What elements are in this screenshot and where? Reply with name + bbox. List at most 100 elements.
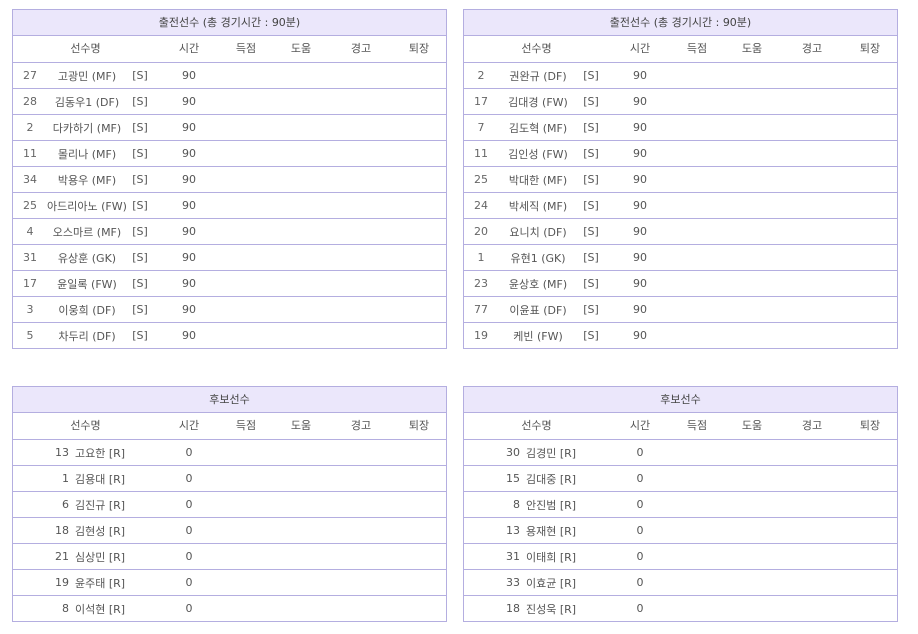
play-time: 90 [182,69,196,82]
player-cell: 11 김인성 (FW) [S] [464,146,609,162]
player-number: 77 [474,303,488,316]
play-time: 0 [636,446,644,459]
table-row: 25 아드리아노 (FW) [S] 90 [13,193,446,219]
col-time: 시간 [178,42,200,55]
player-name: 아드리아노 (FW) [47,199,127,213]
play-time: 0 [185,550,193,563]
player-number: 17 [23,277,37,290]
play-time: 90 [182,173,196,186]
player-status: [S] [132,251,148,264]
player-name: 용재현 [R] [526,524,577,538]
table-row: 34 박용우 (MF) [S] 90 [13,167,446,193]
player-status: [S] [583,303,599,316]
player-number: 17 [474,95,488,108]
player-number: 31 [506,550,520,563]
player-name: 안진범 [R] [526,498,577,512]
play-time: 90 [182,251,196,264]
col-sendoffs: 퇴장 [859,419,881,432]
play-time: 90 [633,173,647,186]
player-number: 1 [477,251,485,264]
player-number: 34 [23,173,37,186]
table-row: 11 김인성 (FW) [S] 90 [464,141,897,167]
play-time: 0 [636,498,644,511]
player-status: [S] [583,121,599,134]
player-number: 27 [23,69,37,82]
player-list: 30 김경민 [R] 0 15 김대중 [R] 0 8 안진범 [R] 0 13 용재현 [R] 0 3… [464,440,897,621]
table-row: 6 김진규 [R] 0 [13,492,446,518]
column-header-row: 선수명 시간 득점 도움 경고 퇴장 [464,36,897,63]
player-name: 김경민 [R] [526,446,577,460]
away-starters-panel: 출전선수 (총 경기시간 : 90분) 선수명 시간 득점 도움 경고 퇴장 2… [463,9,898,349]
col-goals: 득점 [686,419,708,432]
player-cell: 17 윤일록 (FW) [S] [13,276,158,292]
table-row: 13 용재현 [R] 0 [464,518,897,544]
col-warnings: 경고 [801,42,823,55]
table-row: 77 이윤표 (DF) [S] 90 [464,297,897,323]
player-number: 8 [62,602,69,615]
player-number: 2 [26,121,34,134]
table-row: 17 김대경 (FW) [S] 90 [464,89,897,115]
table-row: 17 윤일록 (FW) [S] 90 [13,271,446,297]
player-cell: 2 다카하기 (MF) [S] [13,120,158,136]
col-sendoffs: 퇴장 [408,419,430,432]
player-name: 김인성 (FW) [508,147,568,161]
table-row: 7 김도혁 (MF) [S] 90 [464,115,897,141]
player-cell: 30 김경민 [R] [464,445,609,461]
player-name: 김동우1 (DF) [54,95,120,109]
player-name: 이윤표 (DF) [509,303,567,317]
player-status: [S] [583,199,599,212]
player-name: 이웅희 (DF) [58,303,116,317]
play-time: 0 [185,472,193,485]
play-time: 90 [633,95,647,108]
col-warnings: 경고 [350,42,372,55]
play-time: 0 [636,576,644,589]
player-cell: 34 박용우 (MF) [S] [13,172,158,188]
player-status: [S] [583,173,599,186]
player-status: [S] [583,329,599,342]
player-number: 28 [23,95,37,108]
player-name: 김진규 [R] [75,498,126,512]
player-name: 김대경 (FW) [508,95,568,109]
player-number: 18 [506,602,520,615]
player-cell: 21 심상민 [R] [13,549,158,565]
table-row: 18 진성욱 [R] 0 [464,596,897,621]
player-number: 25 [474,173,488,186]
col-player-name: 선수명 [70,419,101,432]
player-name: 고요한 [R] [75,446,126,460]
player-cell: 77 이윤표 (DF) [S] [464,302,609,318]
player-name: 김도혁 (MF) [508,121,568,135]
play-time: 90 [633,251,647,264]
player-status: [S] [132,303,148,316]
player-cell: 8 안진범 [R] [464,497,609,513]
play-time: 90 [182,121,196,134]
column-header-row: 선수명 시간 득점 도움 경고 퇴장 [464,413,897,440]
col-goals: 득점 [686,42,708,55]
player-number: 24 [474,199,488,212]
player-cell: 33 이효균 [R] [464,575,609,591]
player-number: 8 [513,498,520,511]
player-cell: 4 오스마르 (MF) [S] [13,224,158,240]
play-time: 90 [182,199,196,212]
player-number: 18 [55,524,69,537]
table-row: 21 심상민 [R] 0 [13,544,446,570]
col-player-name: 선수명 [521,42,552,55]
col-warnings: 경고 [350,419,372,432]
player-status: [S] [583,95,599,108]
table-row: 2 다카하기 (MF) [S] 90 [13,115,446,141]
player-status: [S] [132,329,148,342]
player-cell: 5 차두리 (DF) [S] [13,328,158,344]
col-sendoffs: 퇴장 [408,42,430,55]
player-name: 박세직 (MF) [508,199,568,213]
player-name: 권완규 (DF) [509,69,567,83]
player-status: [S] [132,277,148,290]
col-player-name: 선수명 [70,42,101,55]
player-cell: 7 김도혁 (MF) [S] [464,120,609,136]
player-status: [S] [583,147,599,160]
player-name: 오스마르 (MF) [52,225,122,239]
player-cell: 11 몰리나 (MF) [S] [13,146,158,162]
player-cell: 1 유현1 (GK) [S] [464,250,609,266]
player-name: 이석현 [R] [75,602,126,616]
away-subs-panel: 후보선수 선수명 시간 득점 도움 경고 퇴장 30 김경민 [R] 0 15 김대중 … [463,386,898,622]
table-row: 23 윤상호 (MF) [S] 90 [464,271,897,297]
player-status: [S] [583,251,599,264]
